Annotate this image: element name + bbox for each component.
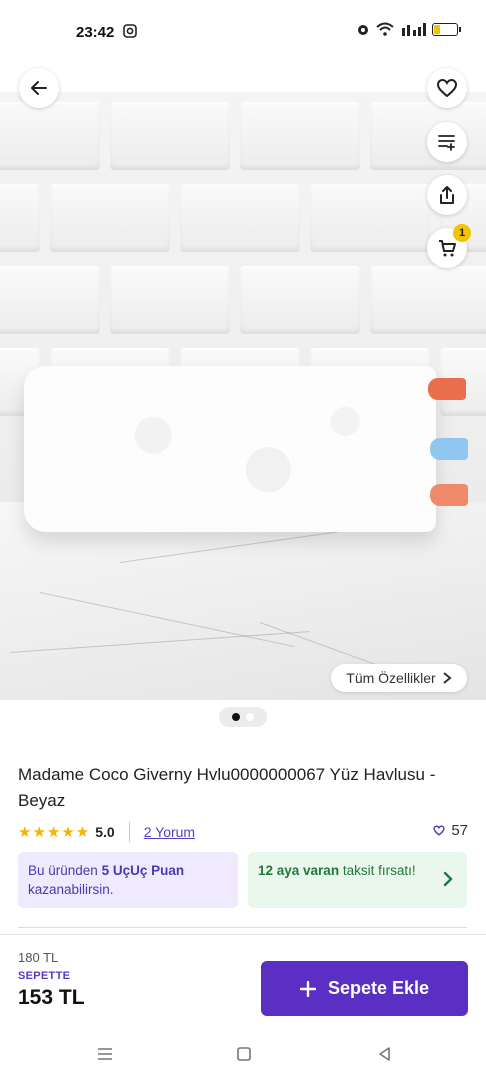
signal-icon — [402, 23, 426, 36]
reviews-link[interactable]: 2 Yorum — [144, 824, 195, 840]
cart-button[interactable]: 1 — [427, 224, 471, 268]
add-to-list-button[interactable] — [427, 122, 467, 162]
favorite-button[interactable] — [427, 68, 467, 108]
tassel-orange — [428, 378, 466, 400]
battery-icon — [432, 22, 461, 36]
heart-icon — [433, 825, 445, 836]
installment-card[interactable]: 12 aya varan taksit fırsatı! — [248, 852, 467, 908]
chevron-right-icon — [443, 672, 452, 684]
points-suffix: kazanabilirsin. — [28, 882, 114, 897]
bottom-bar-divider — [0, 934, 486, 935]
chevron-right-icon — [443, 871, 453, 887]
carousel-dot[interactable] — [232, 713, 240, 721]
tassel-blue — [430, 438, 468, 460]
tassel-peach — [430, 484, 468, 506]
instagram-icon — [123, 24, 137, 38]
product-title: Madame Coco Giverny Hvlu0000000067 Yüz H… — [18, 765, 436, 810]
basket-price: 153 TL — [18, 986, 85, 1009]
likes-count: 57 — [433, 822, 468, 839]
add-to-cart-label: Sepete Ekle — [327, 978, 430, 998]
points-card[interactable]: Bu üründen 5 UçUç Puan kazanabilirsin. — [18, 852, 238, 908]
system-back-button[interactable] — [372, 1042, 396, 1066]
points-prefix: Bu üründen — [28, 863, 102, 878]
rating-value: 5.0 — [95, 824, 115, 840]
recent-apps-button[interactable] — [93, 1042, 117, 1066]
alarm-icon — [358, 25, 368, 35]
menu-icon — [98, 1048, 112, 1060]
all-features-button[interactable]: Tüm Özellikler — [331, 664, 467, 692]
product-image[interactable]: Tüm Özellikler — [0, 92, 486, 700]
rating-divider — [128, 822, 130, 842]
status-bar: 23:42 — [0, 0, 486, 64]
basket-price-label: SEPETTE — [18, 970, 71, 982]
share-button[interactable] — [427, 175, 467, 215]
home-button[interactable] — [232, 1042, 256, 1066]
carousel-indicator — [219, 707, 267, 727]
installment-bold: 12 aya varan — [258, 863, 340, 878]
system-nav-bar — [0, 1030, 486, 1080]
installment-rest: taksit fırsatı! — [339, 863, 416, 878]
rating-row: ★★★★★ 5.0 2 Yorum 57 — [18, 822, 468, 842]
back-arrow-icon — [31, 81, 47, 95]
share-icon — [440, 186, 454, 204]
back-triangle-icon — [379, 1047, 390, 1061]
rating-stars: ★★★★★ — [18, 824, 91, 841]
wall-tiles — [0, 102, 486, 170]
cart-badge: 1 — [453, 224, 471, 242]
towel — [24, 366, 436, 532]
wifi-icon — [376, 22, 394, 36]
section-divider — [18, 927, 467, 928]
add-to-cart-button[interactable]: Sepete Ekle — [261, 961, 468, 1016]
cart-icon — [439, 240, 456, 257]
status-icons — [356, 22, 461, 36]
all-features-label: Tüm Özellikler — [346, 670, 436, 686]
filter-list-icon — [438, 135, 455, 151]
carousel-dot[interactable] — [246, 713, 254, 721]
likes-value: 57 — [451, 822, 468, 839]
back-button[interactable] — [19, 68, 59, 108]
home-square-icon — [237, 1047, 251, 1061]
points-amount: 5 UçUç Puan — [101, 863, 185, 878]
old-price: 180 TL — [18, 950, 59, 965]
plus-icon — [299, 980, 316, 997]
status-time: 23:42 — [76, 24, 115, 41]
heart-icon — [436, 78, 458, 98]
